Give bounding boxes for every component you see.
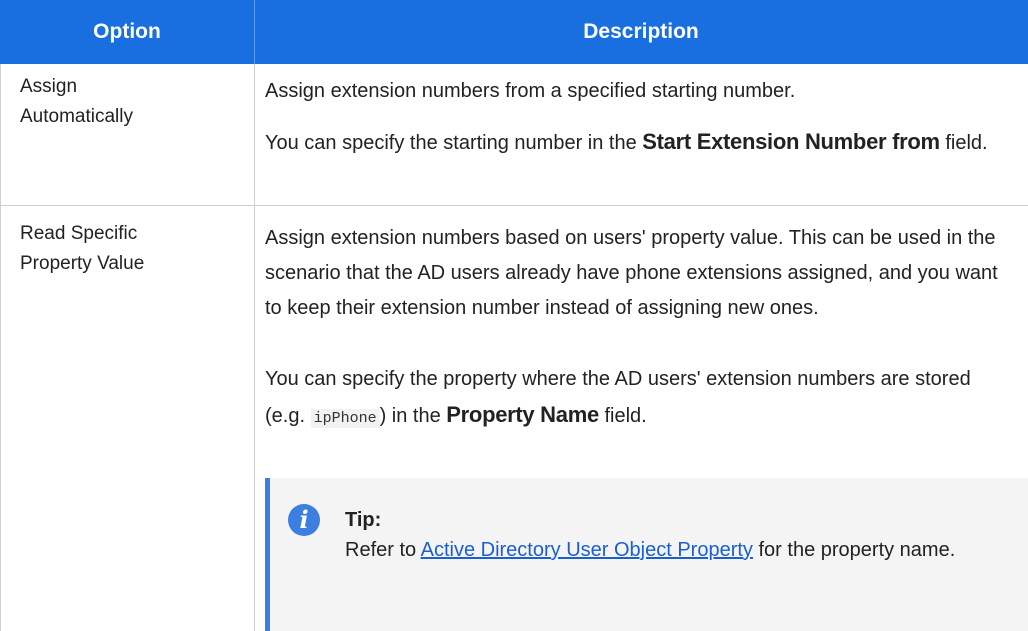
options-table: Option Description Assign Automatically … (0, 0, 1028, 631)
tip-text: Refer to Active Directory User Object Pr… (345, 533, 985, 568)
description-paragraph: You can specify the property where the A… (265, 362, 1005, 436)
header-option: Option (93, 20, 161, 43)
paragraph-text: field. (598, 405, 647, 427)
tip-text-suffix: for the property name. (752, 539, 956, 561)
tip-title: Tip: (345, 509, 382, 531)
paragraph-text: Assign extension numbers based on users'… (265, 227, 998, 319)
description-paragraph: You can specify the starting number in t… (265, 124, 1005, 161)
option-line-2: Property Value (20, 253, 145, 274)
option-line-1: Read Specific (20, 223, 138, 244)
paragraph-text: ) in the (379, 405, 447, 427)
paragraph-text: field. (939, 132, 988, 154)
option-line-1: Assign (20, 76, 78, 97)
column-divider (254, 64, 255, 631)
row-divider (0, 205, 1028, 206)
tip-callout: i Tip: Refer to Active Directory User Ob… (265, 478, 1028, 631)
paragraph-text: Assign extension numbers from a specifie… (265, 80, 796, 102)
paragraph-text: You can specify the starting number in t… (265, 132, 643, 154)
table-header: Option Description (0, 0, 1028, 64)
description-paragraph: Assign extension numbers based on users'… (265, 221, 1005, 326)
tip-text-prefix: Refer to (345, 539, 421, 561)
field-name-bold: Property Name (446, 402, 599, 427)
field-name-bold: Start Extension Number from (642, 129, 940, 154)
header-description: Description (583, 20, 699, 43)
option-line-2: Automatically (20, 106, 133, 127)
description-paragraph: Assign extension numbers from a specifie… (265, 74, 1005, 109)
code-snippet: ipPhone (310, 409, 380, 428)
row-option-read-specific-property-value: Read Specific Property Value (20, 219, 245, 279)
table-left-border (0, 64, 1, 631)
info-icon: i (288, 504, 320, 536)
row-option-assign-automatically: Assign Automatically (20, 72, 245, 132)
active-directory-property-link[interactable]: Active Directory User Object Property (421, 539, 753, 561)
